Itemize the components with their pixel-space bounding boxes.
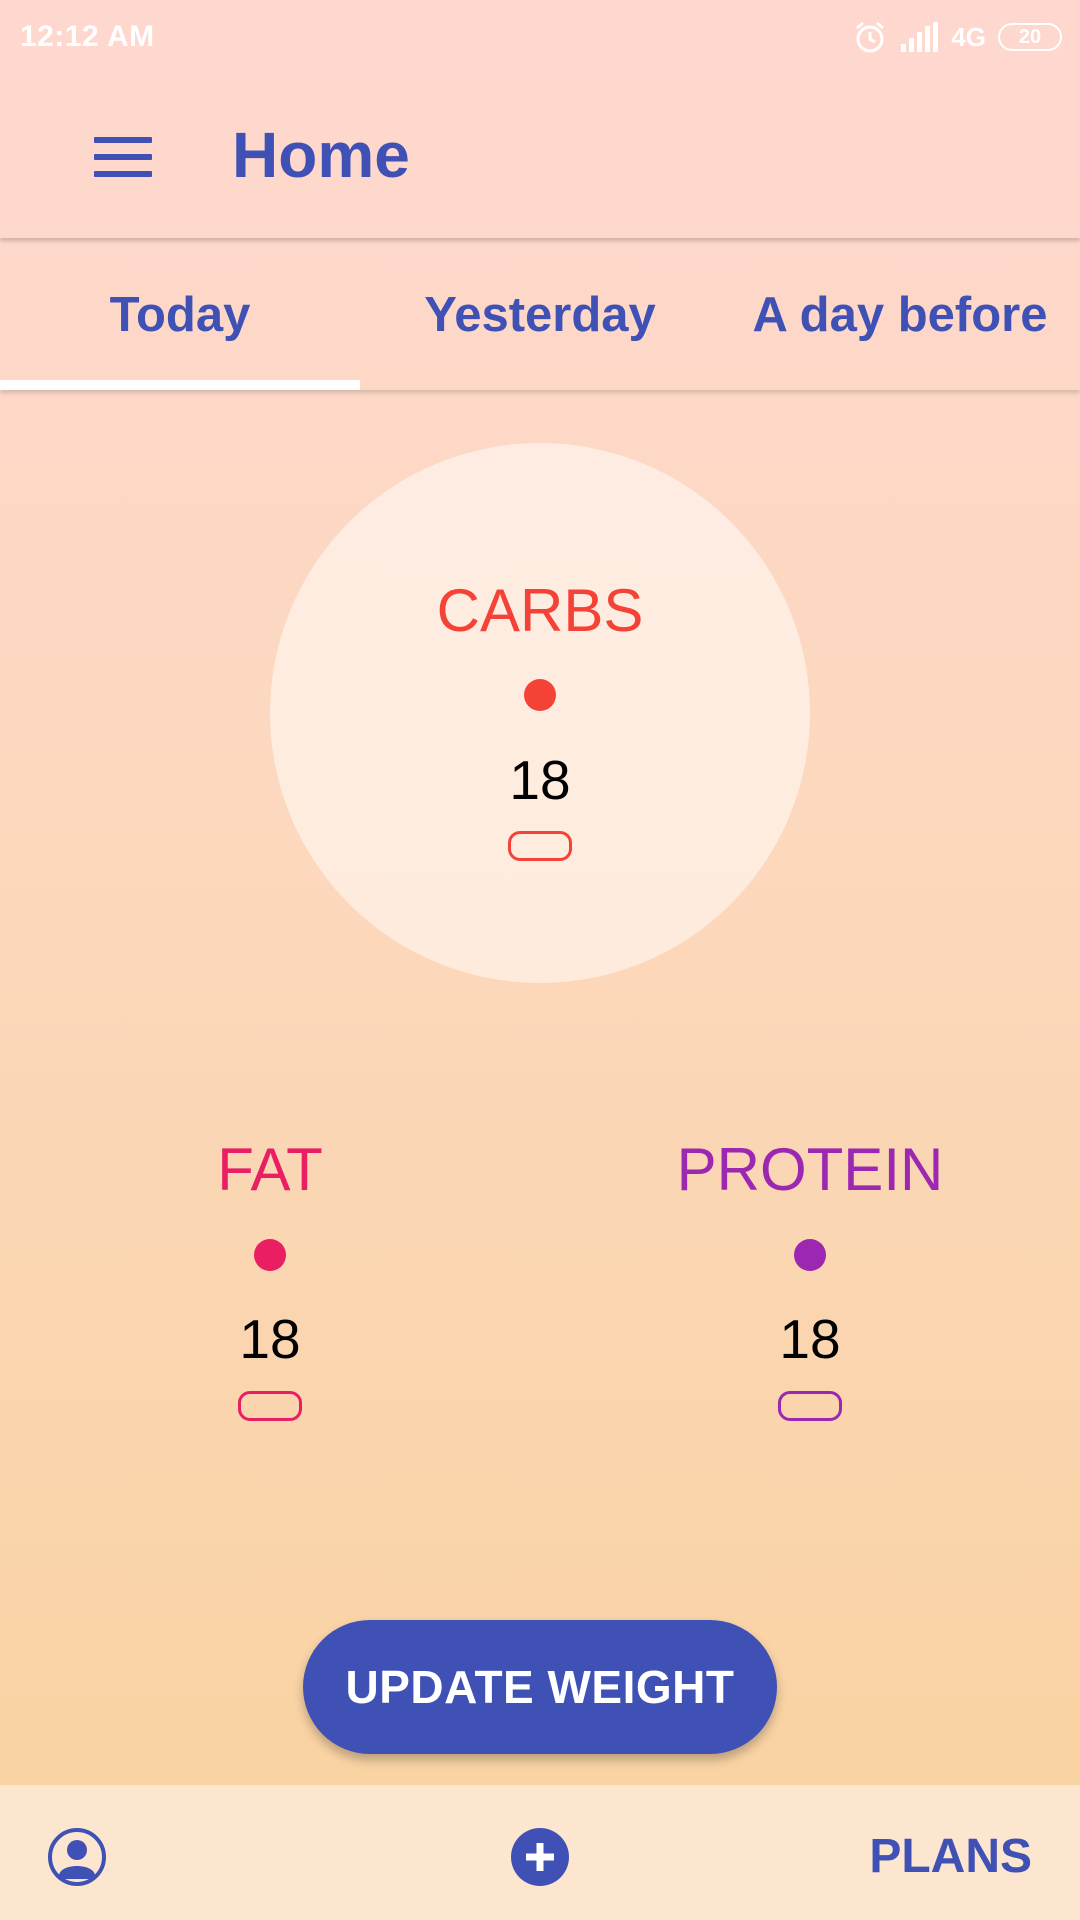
carbs-value: 18 [509, 749, 571, 811]
tab-indicator [0, 380, 360, 390]
network-type: 4G [951, 21, 986, 52]
battery-level: 20 [1018, 25, 1042, 48]
profile-icon[interactable] [47, 1827, 107, 1887]
tab-yesterday[interactable]: Yesterday [360, 240, 720, 390]
fat-value: 18 [239, 1308, 301, 1370]
protein-value: 18 [779, 1308, 841, 1370]
battery-icon: 20 [998, 23, 1062, 51]
page-title: Home [232, 119, 410, 191]
bottom-bar: PLANS [0, 1785, 1080, 1920]
protein-edit-button[interactable] [778, 1391, 842, 1421]
protein-dot [794, 1239, 826, 1271]
carbs-dot [524, 679, 556, 711]
status-bar: 12:12 AM 4G 20 [0, 0, 1080, 74]
carbs-label: CARBS [436, 577, 644, 644]
carbs-edit-button[interactable] [508, 831, 572, 861]
signal-icon [901, 22, 939, 52]
update-weight-button[interactable]: UPDATE WEIGHT [303, 1620, 777, 1754]
status-icons: 4G 20 [853, 20, 1062, 54]
app-bar: Home [0, 74, 1080, 238]
tab-today[interactable]: Today [0, 240, 360, 390]
tab-a-day-before[interactable]: A day before [720, 240, 1080, 390]
fat-label: FAT [217, 1136, 323, 1203]
protein-label: PROTEIN [676, 1136, 944, 1203]
day-tabs: Today Yesterday A day before [0, 240, 1080, 390]
alarm-icon [856, 21, 885, 53]
hamburger-menu-icon[interactable] [94, 137, 152, 177]
fat-edit-button[interactable] [238, 1391, 302, 1421]
status-time: 12:12 AM [20, 20, 155, 53]
add-circle-icon[interactable] [510, 1827, 570, 1887]
fat-dot [254, 1239, 286, 1271]
plans-button[interactable]: PLANS [869, 1829, 1032, 1884]
carbs-circle [270, 443, 810, 983]
